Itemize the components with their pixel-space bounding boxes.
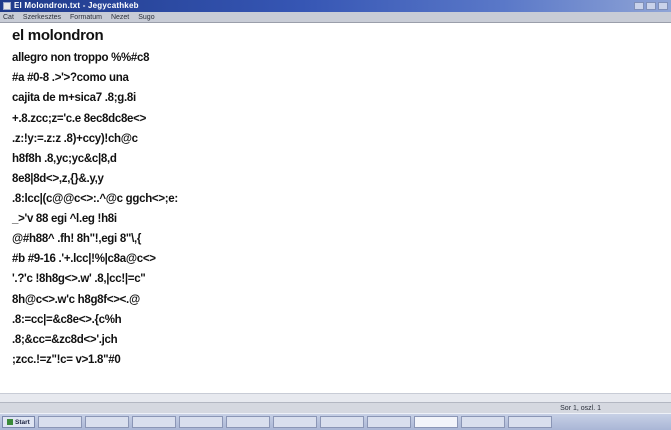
doc-line: .8;&cc=&zc8d<>'.jch [12,334,118,346]
doc-line: '.?'c !8h8g<>.w' .8,|cc!|=c" [12,273,146,285]
menu-format[interactable]: Formatum [70,12,102,22]
doc-line: #a #0-8 .>'>?como una [12,72,129,84]
menu-help[interactable]: Sugo [138,12,154,22]
taskbar-button[interactable] [272,416,317,428]
menu-edit[interactable]: Szerkesztes [23,12,61,22]
doc-line: allegro non troppo %%#c8 [12,52,150,64]
doc-line: ;zcc.!=z"!c= v>1.8"#0 [12,354,121,366]
taskbar-button[interactable] [460,416,505,428]
taskbar-button[interactable] [225,416,270,428]
notepad-window: El Molondron.txt - Jegycathkeb Cat Szerk… [0,0,671,430]
close-icon[interactable] [658,2,668,10]
start-button[interactable]: Start [2,416,35,428]
doc-line: _>'v 88 egi ^l.eg !h8i [12,213,117,225]
taskbar-button[interactable] [37,416,82,428]
taskbar: Start [0,413,671,430]
start-label: Start [15,418,30,426]
taskbar-button[interactable] [366,416,411,428]
doc-line: .8:lcc|(c@@c<>:.^@c ggch<>;e: [12,193,178,205]
menu-file[interactable]: Cat [3,12,14,22]
taskbar-button[interactable] [84,416,129,428]
doc-line: .8:=cc|=&c8e<>.{c%h [12,314,122,326]
notepad-icon [3,2,11,10]
taskbar-button[interactable] [131,416,176,428]
doc-line: @#h88^ .fh! 8h"!,egi 8"\,{ [12,233,142,245]
doc-line: cajita de m+sica7 .8;g.8i [12,92,136,104]
text-editor-area[interactable]: el molondron allegro non troppo %%#c8 #a… [0,24,671,394]
doc-line: #b #9-16 .'+.lcc|!%|c8a@c<> [12,253,156,265]
doc-line: 8h@c<>.w'c h8g8f<><.@ [12,294,140,306]
taskbar-button[interactable] [507,416,552,428]
window-title: El Molondron.txt - Jegycathkeb [14,1,139,10]
taskbar-button[interactable] [319,416,364,428]
window-controls [634,2,668,10]
doc-line: el molondron [12,27,104,44]
doc-line: +.8.zcc;z='c.e 8ec8dc8e<> [12,113,146,125]
menu-bar: Cat Szerkesztes Formatum Nezet Sugo [0,12,671,23]
maximize-icon[interactable] [646,2,656,10]
doc-line: h8f8h .8,yc;yc&c|8,d [12,153,117,165]
minimize-icon[interactable] [634,2,644,10]
taskbar-button[interactable] [413,416,458,428]
doc-line: 8e8|8d<>,z,{}&.y,y [12,173,104,185]
menu-view[interactable]: Nezet [111,12,129,22]
taskbar-button[interactable] [178,416,223,428]
windows-logo-icon [7,419,13,425]
title-bar[interactable]: El Molondron.txt - Jegycathkeb [0,0,671,12]
doc-line: .z:!y:=.z:z .8)+ccy)!ch@c [12,133,138,145]
